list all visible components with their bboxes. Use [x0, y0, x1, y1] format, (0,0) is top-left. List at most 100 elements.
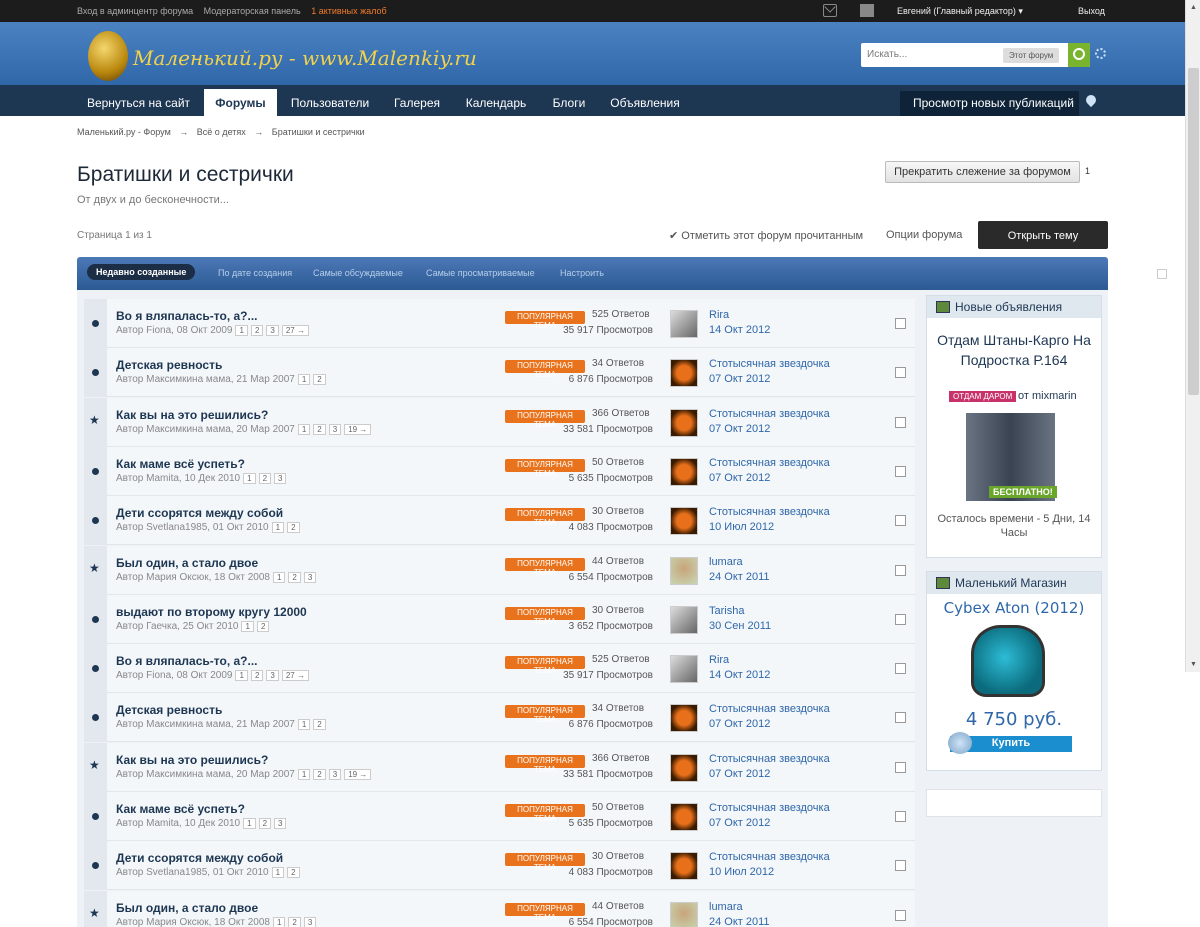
topic-title[interactable]: Детская ревность	[116, 703, 222, 717]
last-poster[interactable]: Стотысячная звездочка	[709, 358, 830, 370]
topic-checkbox[interactable]	[895, 761, 906, 773]
last-poster[interactable]: Стотысячная звездочка	[709, 408, 830, 420]
page-link[interactable]: 3	[266, 670, 279, 682]
last-post-date[interactable]: 07 Окт 2012	[709, 472, 770, 484]
avatar[interactable]	[670, 507, 698, 536]
topic-row[interactable]: ★ Был один, а стало двое Автор Мария Окс…	[84, 545, 915, 595]
avatar[interactable]	[670, 753, 698, 782]
last-poster[interactable]: Rira	[709, 309, 729, 321]
topic-row[interactable]: Как маме всё успеть? Автор Mamita, 10 Де…	[84, 792, 915, 841]
last-poster[interactable]: lumara	[709, 901, 743, 913]
avatar[interactable]	[670, 359, 698, 388]
product-image[interactable]	[971, 625, 1045, 697]
last-poster[interactable]: Стотысячная звездочка	[709, 851, 830, 863]
page-link[interactable]: 2	[313, 719, 326, 731]
topic-checkbox[interactable]	[895, 909, 906, 921]
reports-link[interactable]: 1 активных жалоб	[311, 6, 386, 16]
topic-row[interactable]: Дети ссорятся между собой Автор Svetlana…	[84, 841, 915, 891]
topic-checkbox[interactable]	[895, 465, 906, 477]
new-topic-button[interactable]: Открыть тему	[978, 221, 1108, 249]
topic-row[interactable]: ★ Был один, а стало двое Автор Мария Окс…	[84, 890, 915, 927]
page-link[interactable]: 3	[274, 472, 287, 484]
last-post-date[interactable]: 07 Окт 2012	[709, 423, 770, 435]
breadcrumb-item[interactable]: Маленький.ру - Форум	[77, 127, 171, 137]
last-poster[interactable]: Rira	[709, 654, 729, 666]
last-poster[interactable]: Стотысячная звездочка	[709, 802, 830, 814]
avatar[interactable]	[670, 655, 698, 684]
topic-checkbox[interactable]	[895, 613, 906, 625]
topic-checkbox[interactable]	[895, 515, 906, 527]
last-poster[interactable]: Стотысячная звездочка	[709, 753, 830, 765]
logo-egg-icon[interactable]	[88, 31, 128, 81]
tab-back-to-site[interactable]: Вернуться на сайт	[77, 91, 200, 116]
page-link[interactable]: 1	[235, 670, 248, 682]
tab-gallery[interactable]: Галерея	[383, 91, 451, 116]
page-link[interactable]: 2	[288, 571, 301, 583]
topic-title[interactable]: Как вы на это решились?	[116, 753, 268, 767]
topic-title[interactable]: Дети ссорятся между собой	[116, 851, 283, 865]
page-link[interactable]: 19 →	[344, 768, 372, 780]
last-poster[interactable]: Tarisha	[709, 605, 744, 617]
filter-by-date[interactable]: По дате создания	[218, 268, 292, 278]
last-post-date[interactable]: 30 Сен 2011	[709, 620, 771, 632]
last-post-date[interactable]: 10 Июл 2012	[709, 521, 774, 533]
last-poster[interactable]: Стотысячная звездочка	[709, 457, 830, 469]
user-menu[interactable]: Евгений (Главный редактор) ▾	[897, 6, 1023, 17]
page-link[interactable]: 27 →	[281, 670, 309, 682]
topic-checkbox[interactable]	[895, 318, 906, 329]
topic-checkbox[interactable]	[895, 663, 906, 675]
topic-row[interactable]: Детская ревность Автор Максимкина мама, …	[84, 348, 915, 398]
gear-icon[interactable]	[1095, 48, 1106, 59]
page-link[interactable]: 2	[313, 423, 326, 435]
site-logo[interactable]: Маленький.ру - www.Malenkiy.ru	[133, 46, 477, 70]
page-link[interactable]: 19 →	[344, 423, 372, 435]
topic-title[interactable]: Дети ссорятся между собой	[116, 506, 283, 520]
topic-checkbox[interactable]	[895, 860, 906, 872]
admin-center-link[interactable]: Вход в админцентр форума	[77, 6, 193, 16]
new-posts-link[interactable]: Просмотр новых публикаций	[900, 91, 1079, 116]
topic-row[interactable]: Во я вляпалась-то, а?... Автор Fiona, 08…	[84, 644, 915, 694]
avatar[interactable]	[670, 408, 698, 437]
page-link[interactable]: 1	[297, 768, 311, 780]
topic-checkbox[interactable]	[895, 564, 906, 576]
topic-title[interactable]: Во я вляпалась-то, а?...	[116, 309, 258, 323]
page-link[interactable]: 3	[274, 818, 287, 829]
last-post-date[interactable]: 14 Окт 2012	[709, 669, 770, 681]
topic-title[interactable]: Детская ревность	[116, 358, 222, 372]
logout-link[interactable]: Выход	[1078, 6, 1105, 16]
tab-forums[interactable]: Форумы	[204, 89, 277, 116]
topic-row[interactable]: Как маме всё успеть? Автор Mamita, 10 Де…	[84, 446, 915, 496]
avatar[interactable]	[670, 310, 698, 338]
topic-title[interactable]: Как маме всё успеть?	[116, 457, 245, 471]
moderator-panel-link[interactable]: Модераторская панель	[204, 6, 301, 16]
page-link[interactable]: 3	[303, 571, 317, 583]
page-link[interactable]: 1	[272, 571, 286, 583]
page-link[interactable]: 1	[297, 719, 311, 731]
page-link[interactable]: 2	[258, 472, 272, 484]
page-link[interactable]: 1	[235, 325, 248, 336]
last-post-date[interactable]: 24 Окт 2011	[709, 571, 770, 583]
topic-title[interactable]: Во я вляпалась-то, а?...	[116, 654, 258, 668]
location-pin-icon[interactable]	[1083, 92, 1099, 108]
topic-title[interactable]: Как вы на это решились?	[116, 408, 268, 422]
avatar[interactable]	[670, 704, 698, 733]
last-post-date[interactable]: 07 Окт 2012	[709, 718, 770, 730]
topic-title[interactable]: Был один, а стало двое	[116, 556, 258, 570]
topic-title[interactable]: Как маме всё успеть?	[116, 802, 245, 816]
breadcrumb-item[interactable]: Всё о детях	[197, 127, 246, 137]
cart-icon[interactable]	[948, 732, 972, 754]
page-link[interactable]: 1	[241, 620, 254, 632]
page-link[interactable]: 2	[288, 916, 301, 927]
tab-classifieds[interactable]: Объявления	[601, 91, 689, 116]
topic-row[interactable]: ★ Как вы на это решились? Автор Максимки…	[84, 742, 915, 792]
page-link[interactable]: 3	[266, 325, 279, 336]
search-icon[interactable]	[1068, 43, 1090, 67]
page-link[interactable]: 2	[258, 818, 272, 829]
forum-options-link[interactable]: Опции форума	[886, 229, 962, 241]
scroll-down-arrow[interactable]: ▼	[1190, 661, 1197, 668]
last-post-date[interactable]: 24 Окт 2011	[709, 916, 770, 927]
topic-checkbox[interactable]	[895, 367, 906, 379]
last-post-date[interactable]: 14 Окт 2012	[709, 324, 770, 336]
topic-row[interactable]: выдают по второму кругу 12000 Автор Гаеч…	[84, 594, 915, 644]
tab-blogs[interactable]: Блоги	[541, 91, 597, 116]
